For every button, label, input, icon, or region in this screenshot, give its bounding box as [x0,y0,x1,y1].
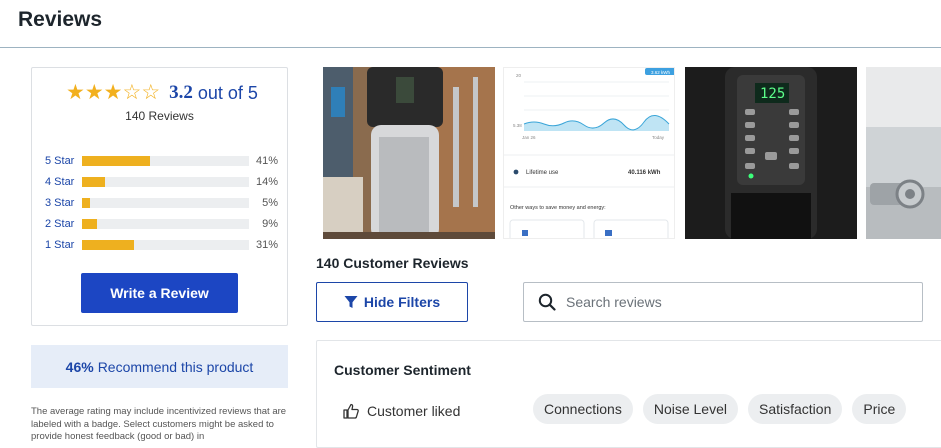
control-panel-photo-illustration: 125 [685,67,857,239]
page-title: Reviews [18,8,103,31]
distribution-percent: 5% [262,196,278,209]
distribution-percent: 31% [255,238,278,251]
distribution-percent: 9% [262,217,278,230]
distribution-bar [82,176,249,187]
chart-x-left: Jan 26 [522,135,536,140]
rating-distribution-row[interactable]: 4 Star 14% [45,171,278,192]
write-review-button[interactable]: Write a Review [81,273,238,313]
search-icon [538,293,556,311]
sentiment-chip[interactable]: Connections [533,394,633,424]
thumbs-up-icon [343,403,359,419]
star-level-label[interactable]: 1 Star [45,239,82,251]
search-reviews-field[interactable] [523,282,923,322]
recommend-percent: 46% [65,358,94,375]
recommend-banner: 46% Recommend this product [31,345,288,388]
review-photo-energy-app[interactable]: 3.62 kWh 20 5.38 Jan 26 Today Lifetime u… [503,67,675,239]
distribution-bar-fill [82,155,151,166]
hide-filters-button[interactable]: Hide Filters [316,282,468,322]
hide-filters-label: Hide Filters [363,294,441,310]
sentiment-chip[interactable]: Price [852,394,907,424]
rating-distribution: 5 Star 41% 4 Star 14% 3 Star 5% 2 Star 9… [45,150,278,255]
customer-reviews-title: 140 Customer Reviews [316,255,469,271]
chart-x-right: Today [652,135,665,140]
search-input[interactable] [566,294,896,310]
recommend-text: Recommend this product [97,358,254,375]
distribution-bar-fill [82,197,91,208]
distribution-bar-fill [82,239,134,250]
rating-distribution-row[interactable]: 2 Star 9% [45,213,278,234]
chart-badge: 3.62 kWh [651,70,671,75]
star-filled-icon: ★ [103,81,123,104]
incentivized-disclaimer: The average rating may include incentivi… [31,406,287,442]
distribution-percent: 41% [255,154,278,167]
review-photo-water-heater[interactable] [323,67,495,239]
distribution-bar-fill [82,176,106,187]
distribution-percent: 14% [255,175,278,188]
pipe-photo-illustration [866,67,941,239]
review-photo-pipe[interactable] [866,67,941,239]
distribution-bar [82,218,249,229]
distribution-bar [82,197,249,208]
customer-sentiment-title: Customer Sentiment [334,362,471,378]
star-level-label[interactable]: 4 Star [45,176,82,188]
sentiment-chip[interactable]: Noise Level [642,394,738,424]
customer-liked-label: Customer liked [367,403,461,419]
chart-y-top: 20 [516,73,522,78]
distribution-bar-fill [82,218,98,229]
rating-summary-card: ★★★☆☆ 3.2 out of 5 140 Reviews 5 Star 41… [31,67,288,326]
rating-distribution-row[interactable]: 5 Star 41% [45,150,278,171]
star-empty-icon: ☆ [141,81,161,104]
star-filled-icon: ★ [66,81,85,104]
lifetime-value: 40.116 kWh [628,170,661,176]
distribution-bar [82,239,249,250]
star-level-label[interactable]: 5 Star [45,155,82,167]
heading-divider [0,47,941,48]
ways-text: Other ways to save money and energy: [510,205,606,211]
star-rating-icons: ★★★☆☆ [66,82,160,104]
energy-usage-screenshot: 3.62 kWh 20 5.38 Jan 26 Today Lifetime u… [504,68,674,238]
customer-liked: Customer liked [343,403,460,419]
review-photo-strip: 3.62 kWh 20 5.38 Jan 26 Today Lifetime u… [323,67,941,239]
lifetime-label: Lifetime use [526,170,559,176]
average-rating-value: 3.2 [169,82,193,103]
display-readout: 125 [760,86,785,102]
sentiment-chip[interactable]: Satisfaction [747,394,843,424]
star-empty-icon: ☆ [122,81,142,104]
average-rating-suffix: out of 5 [197,82,258,103]
review-photo-control-panel[interactable]: 125 [685,67,857,239]
star-level-label[interactable]: 3 Star [45,197,82,209]
star-level-label[interactable]: 2 Star [45,218,82,230]
rating-distribution-row[interactable]: 1 Star 31% [45,234,278,255]
distribution-bar [82,155,249,166]
star-filled-icon: ★ [84,81,104,104]
filter-icon [344,296,358,308]
rating-distribution-row[interactable]: 3 Star 5% [45,192,278,213]
water-heater-photo-illustration [323,67,495,239]
chart-y-mid: 5.38 [513,123,522,128]
sentiment-chips: Connections Noise Level Satisfaction Pri… [533,394,916,424]
review-count: 140 Reviews [125,109,194,123]
customer-sentiment-panel: Customer Sentiment Customer liked Connec… [316,340,941,448]
average-rating: ★★★☆☆ 3.2 out of 5 [66,82,258,104]
